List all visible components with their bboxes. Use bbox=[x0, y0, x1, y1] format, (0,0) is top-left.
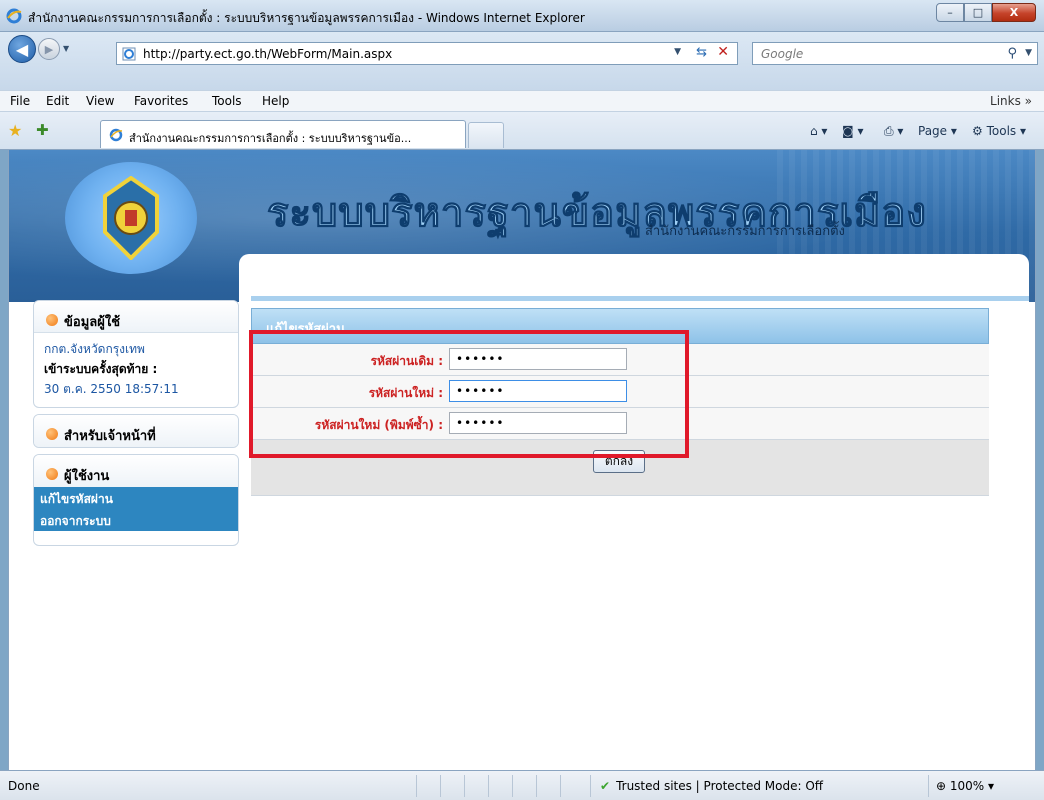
add-favorite-icon[interactable]: ✚ bbox=[36, 121, 49, 139]
page-icon bbox=[122, 47, 136, 61]
gear-icon: ⚙ bbox=[972, 124, 983, 138]
bullet-icon bbox=[46, 468, 58, 480]
minimize-icon: – bbox=[947, 6, 953, 19]
sidebar: ข้อมูลผู้ใช้ กกต.จังหวัดกรุงเทพ เข้าระบบ… bbox=[33, 300, 239, 552]
menu-view[interactable]: View bbox=[86, 94, 114, 108]
address-bar[interactable]: http://party.ect.go.th/WebForm/Main.aspx… bbox=[116, 42, 738, 65]
maximize-icon: □ bbox=[972, 6, 984, 19]
favorites-star-icon[interactable]: ★ bbox=[8, 121, 22, 140]
home-icon[interactable]: ⌂ ▾ bbox=[810, 124, 827, 138]
staff-heading[interactable]: สำหรับเจ้าหน้าที่ bbox=[34, 415, 238, 447]
close-button[interactable]: X bbox=[992, 3, 1036, 22]
user-info-heading: ข้อมูลผู้ใช้ bbox=[34, 301, 238, 333]
bullet-icon bbox=[46, 314, 58, 326]
forward-button[interactable]: ▶ bbox=[38, 38, 60, 60]
print-icon[interactable]: ⎙ ▾ bbox=[884, 124, 903, 139]
tab-bar: ★ ✚ สำนักงานคณะกรรมการการเลือกตั้ง : ระบ… bbox=[0, 112, 1044, 150]
menu-edit[interactable]: Edit bbox=[46, 94, 69, 108]
last-login-value: 30 ต.ค. 2550 18:57:11 bbox=[44, 382, 179, 396]
security-zone-label: Trusted sites | Protected Mode: Off bbox=[616, 779, 824, 793]
tab-active[interactable]: สำนักงานคณะกรรมการการเลือกตั้ง : ระบบบริ… bbox=[100, 120, 466, 148]
users-heading-label: ผู้ใช้งาน bbox=[64, 469, 110, 484]
search-icon[interactable]: ⚲ bbox=[1007, 46, 1017, 61]
banner-subtitle: สำนักงานคณะกรรมการการเลือกตั้ง bbox=[645, 224, 845, 239]
page-menu[interactable]: Page ▾ bbox=[918, 124, 957, 138]
last-login-label: เข้าระบบครั้งสุดท้าย : bbox=[44, 362, 158, 376]
tab-page-icon bbox=[109, 128, 123, 142]
users-heading: ผู้ใช้งาน bbox=[34, 455, 238, 487]
stop-icon[interactable]: ✕ bbox=[717, 44, 729, 60]
back-arrow-icon: ◀ bbox=[15, 39, 29, 59]
page-menu-label: Page ▾ bbox=[918, 124, 957, 138]
panel-divider bbox=[251, 296, 1029, 301]
checkmark-icon: ✔ bbox=[600, 779, 611, 793]
staff-heading-label: สำหรับเจ้าหน้าที่ bbox=[64, 429, 156, 444]
links-toolbar[interactable]: Links » bbox=[990, 94, 1032, 108]
minimize-button[interactable]: – bbox=[936, 3, 964, 22]
search-placeholder: Google bbox=[761, 47, 804, 61]
emblem-icon bbox=[103, 176, 159, 260]
user-info-heading-label: ข้อมูลผู้ใช้ bbox=[64, 315, 121, 330]
maximize-button[interactable]: □ bbox=[964, 3, 992, 22]
window-title: สำนักงานคณะกรรมการการเลือกตั้ง : ระบบบริ… bbox=[28, 11, 585, 25]
staff-panel: สำหรับเจ้าหน้าที่ bbox=[33, 414, 239, 448]
back-button[interactable]: ◀ bbox=[8, 35, 36, 63]
menu-favorites[interactable]: Favorites bbox=[134, 94, 188, 108]
zoom-icon: ⊕ bbox=[936, 779, 947, 793]
url-text[interactable]: http://party.ect.go.th/WebForm/Main.aspx bbox=[143, 47, 392, 61]
status-text: Done bbox=[8, 779, 40, 793]
user-info-panel: ข้อมูลผู้ใช้ กกต.จังหวัดกรุงเทพ เข้าระบบ… bbox=[33, 300, 239, 408]
zoom-control[interactable]: ⊕ 100% ▾ bbox=[936, 779, 994, 793]
close-icon: X bbox=[1009, 6, 1019, 19]
new-tab-button[interactable] bbox=[468, 122, 504, 148]
status-bar: Done ✔ Trusted sites | Protected Mode: Of… bbox=[0, 770, 1044, 800]
refresh-icon[interactable]: ⇆ bbox=[696, 45, 707, 60]
username: กกต.จังหวัดกรุงเทพ bbox=[44, 342, 145, 356]
tools-menu-label: Tools ▾ bbox=[986, 124, 1026, 138]
sidebar-item-change-password[interactable]: แก้ไขรหัสผ่าน bbox=[34, 487, 238, 509]
sidebar-item-logout[interactable]: ออกจากระบบ bbox=[34, 509, 238, 531]
zoom-level: 100% bbox=[949, 779, 985, 793]
recent-pages-dropdown[interactable]: ▼ bbox=[63, 44, 69, 53]
menu-file[interactable]: File bbox=[10, 94, 30, 108]
title-bar: สำนักงานคณะกรรมการการเลือกตั้ง : ระบบบริ… bbox=[0, 0, 1044, 32]
highlight-annotation-box bbox=[249, 330, 689, 458]
menu-help[interactable]: Help bbox=[262, 94, 289, 108]
users-panel: ผู้ใช้งาน แก้ไขรหัสผ่าน ออกจากระบบ bbox=[33, 454, 239, 546]
page-viewport: ระบบบริหารฐานข้อมูลพรรคการเมือง สำนักงาน… bbox=[8, 150, 1036, 770]
search-box[interactable]: Google ⚲ ▼ bbox=[752, 42, 1038, 65]
feeds-icon[interactable]: ◙ ▾ bbox=[842, 124, 863, 138]
bullet-icon bbox=[46, 428, 58, 440]
address-toolbar: ◀ ▶ ▼ http://party.ect.go.th/WebForm/Mai… bbox=[0, 32, 1044, 90]
forward-arrow-icon: ▶ bbox=[44, 42, 54, 56]
address-dropdown-icon[interactable]: ▼ bbox=[674, 47, 681, 57]
internet-explorer-icon bbox=[6, 8, 22, 24]
tools-menu[interactable]: ⚙ Tools ▾ bbox=[972, 124, 1026, 138]
menu-bar: File Edit View Favorites Tools Help Link… bbox=[0, 90, 1044, 112]
security-zone[interactable]: ✔ Trusted sites | Protected Mode: Off bbox=[600, 779, 823, 793]
menu-tools[interactable]: Tools bbox=[212, 94, 242, 108]
ect-emblem bbox=[65, 162, 197, 274]
tab-label: สำนักงานคณะกรรมการการเลือกตั้ง : ระบบบริ… bbox=[129, 132, 412, 145]
search-dropdown-icon[interactable]: ▼ bbox=[1025, 48, 1032, 58]
